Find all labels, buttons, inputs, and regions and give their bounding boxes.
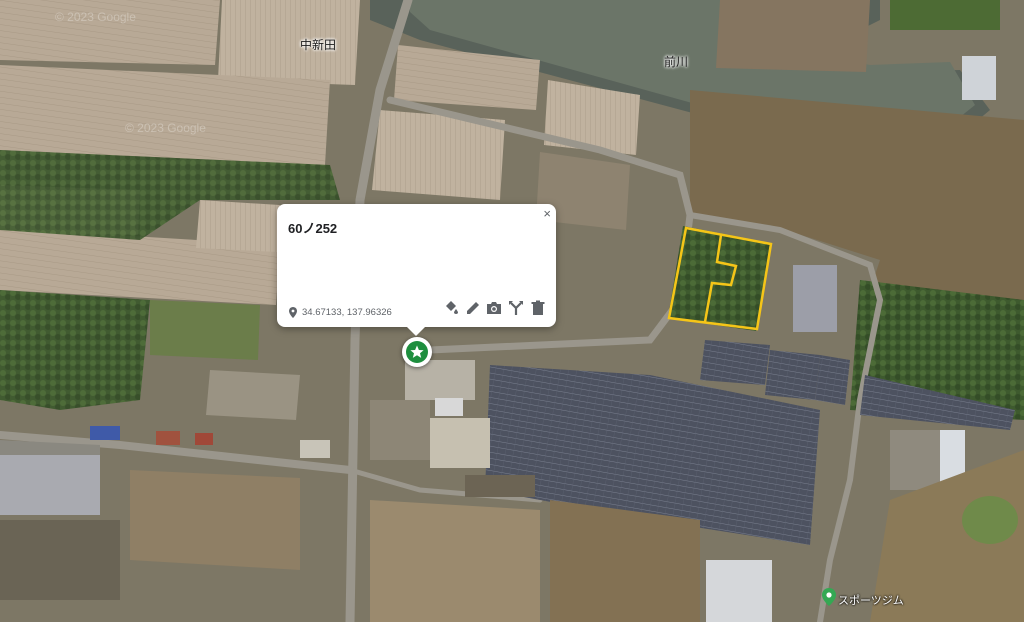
pencil-icon[interactable] [465, 300, 481, 316]
map-watermark: © 2023 Google [125, 121, 206, 135]
place-label-area: 中新田 [300, 38, 337, 52]
map-pin-icon [822, 588, 836, 606]
paint-bucket-icon[interactable] [443, 300, 459, 316]
place-label-river: 前川 [664, 55, 689, 69]
place-info-popup: 60ノ252 × 34.67133, 137.96326 [277, 204, 556, 327]
poi-marker[interactable] [822, 588, 836, 611]
selected-place-marker[interactable] [402, 337, 432, 367]
popup-coordinates: 34.67133, 137.96326 [302, 307, 392, 318]
camera-icon[interactable] [486, 300, 502, 316]
route-icon[interactable] [508, 300, 524, 316]
poi-label[interactable]: スポーツジム [838, 592, 904, 608]
popup-title: 60ノ252 [288, 221, 338, 236]
marker-badge [406, 341, 428, 363]
trash-icon[interactable] [530, 300, 546, 316]
close-button[interactable]: × [543, 206, 551, 221]
popup-pointer [406, 326, 426, 336]
star-icon [410, 345, 424, 358]
location-pin-icon [289, 307, 297, 318]
map-watermark: © 2023 Google [55, 10, 136, 24]
